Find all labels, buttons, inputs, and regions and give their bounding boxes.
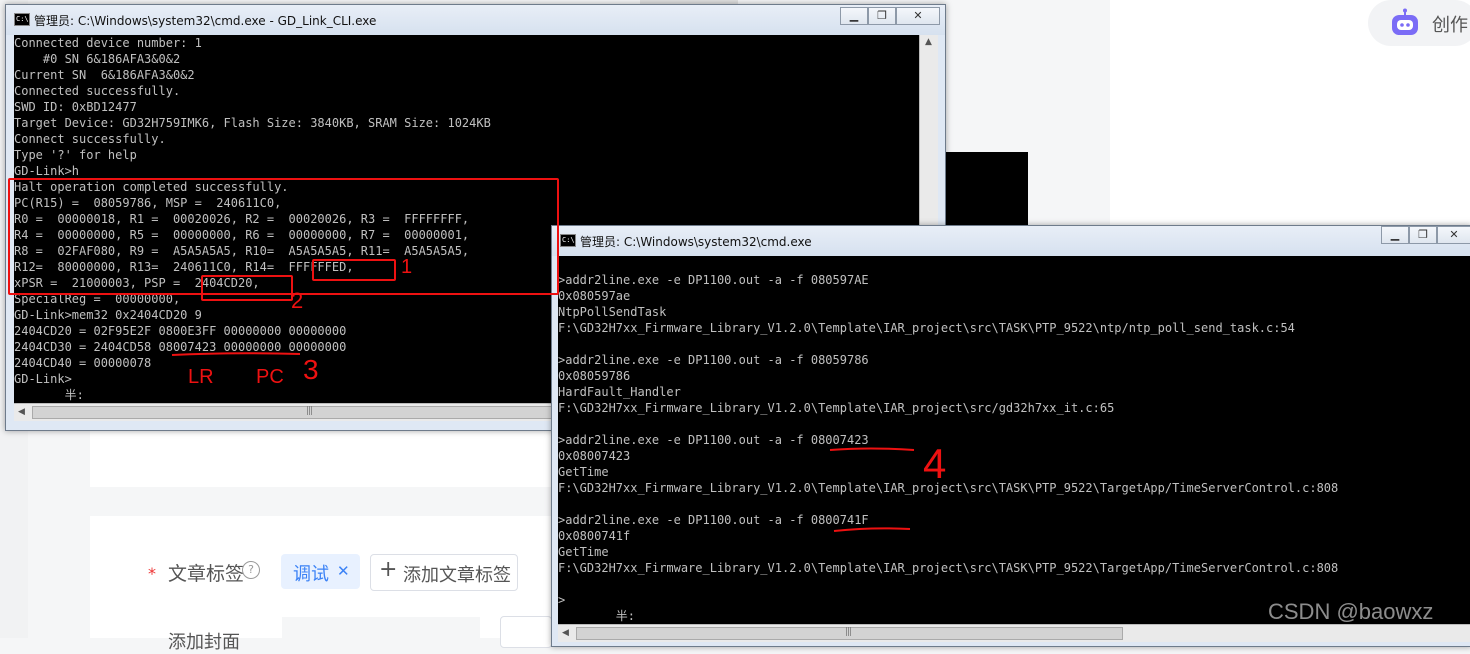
cmd-icon: C:\: [14, 13, 30, 26]
add-tag-button[interactable]: + 添加文章标签: [370, 554, 518, 591]
console-line: Type '?' for help: [14, 148, 137, 162]
minimize-button[interactable]: ▁: [840, 7, 868, 25]
cover-upload[interactable]: [282, 617, 480, 647]
console-line: GetTime: [558, 465, 609, 479]
console-line: F:\GD32H7xx_Firmware_Library_V1.2.0\Temp…: [558, 321, 1295, 335]
horizontal-scrollbar[interactable]: ◀ |||: [558, 624, 1470, 642]
console-line: Connect successfully.: [14, 132, 166, 146]
annotation-label-pc: PC: [256, 366, 284, 388]
window-title: 管理员: C:\Windows\system32\cmd.exe - GD_Li…: [34, 14, 377, 28]
scroll-up-icon[interactable]: ▲: [925, 37, 932, 47]
scroll-grip: |||: [306, 406, 313, 416]
create-label: 创作: [1432, 15, 1468, 36]
required-star: *: [148, 564, 156, 583]
close-button[interactable]: ✕: [1437, 226, 1470, 244]
annotation-number: 4: [923, 440, 947, 487]
console-line: SWD ID: 0xBD12477: [14, 100, 137, 114]
console-line: Connected successfully.: [14, 84, 181, 98]
scroll-left-icon[interactable]: ◀: [18, 407, 25, 417]
console-line: Connected device number: 1: [14, 36, 202, 50]
console-line: 0x080597ae: [558, 289, 631, 303]
console-line: >addr2line.exe -e DP1100.out -a -f 08059…: [558, 353, 869, 367]
annotation-box-r14: [312, 259, 396, 281]
console-line: HardFault_Handler: [558, 385, 681, 399]
maximize-button[interactable]: ❐: [1409, 226, 1437, 244]
refresh-button[interactable]: [500, 616, 552, 648]
console-line: Target Device: GD32H759IMK6, Flash Size:…: [14, 116, 491, 130]
title-bar[interactable]: C:\ 管理员: C:\Windows\system32\cmd.exe - G…: [6, 5, 945, 35]
tag-chip-label: 调试: [293, 564, 329, 585]
window-title: 管理员: C:\Windows\system32\cmd.exe: [580, 235, 812, 249]
console-line: >addr2line.exe -e DP1100.out -a -f 08059…: [558, 273, 869, 287]
minimize-button[interactable]: ▁: [1381, 226, 1409, 244]
console-line: >addr2line.exe -e DP1100.out -a -f 08007…: [558, 433, 869, 447]
cmd-icon: C:\: [560, 234, 576, 247]
annotation-label-lr: LR: [188, 366, 214, 388]
annotation-number: 2: [291, 288, 304, 313]
console-line: GD-Link>h: [14, 164, 80, 178]
console-line: >addr2line.exe -e DP1100.out -a -f 08007…: [558, 513, 869, 527]
console-line: 0x0800741f: [558, 529, 631, 543]
tag-field-label: 文章标签: [168, 563, 245, 585]
annotation-box-psp: [201, 275, 293, 301]
console-line: F:\GD32H7xx_Firmware_Library_V1.2.0\Temp…: [558, 481, 1339, 495]
console-line: F:\GD32H7xx_Firmware_Library_V1.2.0\Temp…: [558, 401, 1115, 415]
console-line: #0 SN 6&186AFA3&0&2: [14, 52, 181, 66]
add-tag-label: 添加文章标签: [403, 565, 511, 586]
tag-chip[interactable]: 调试 ✕: [281, 554, 360, 589]
annotation-number: 1: [401, 256, 413, 278]
plus-icon: +: [379, 557, 398, 582]
cover-field-label: 添加封面: [168, 632, 240, 653]
help-icon[interactable]: ?: [242, 561, 260, 579]
annotation-number: 3: [303, 354, 319, 385]
console-line: 0x08059786: [558, 369, 631, 383]
scroll-left-icon[interactable]: ◀: [562, 628, 569, 638]
console-output[interactable]: >addr2line.exe -e DP1100.out -a -f 08059…: [558, 256, 1470, 624]
cmd-window-addr2line[interactable]: C:\ 管理员: C:\Windows\system32\cmd.exe ▁ ❐…: [551, 225, 1470, 647]
title-bar[interactable]: C:\ 管理员: C:\Windows\system32\cmd.exe ▁ ❐…: [552, 226, 1470, 256]
console-line: 0x08007423: [558, 449, 631, 463]
close-button[interactable]: ✕: [896, 7, 940, 25]
robot-icon: [1392, 8, 1418, 35]
console-line: F:\GD32H7xx_Firmware_Library_V1.2.0\Temp…: [558, 561, 1339, 575]
console-line: NtpPollSendTask: [558, 305, 667, 319]
console-line: Current SN 6&186AFA3&0&2: [14, 68, 195, 82]
console-line: GetTime: [558, 545, 609, 559]
maximize-button[interactable]: ❐: [868, 7, 896, 25]
scroll-thumb[interactable]: [32, 406, 594, 419]
csdn-watermark: CSDN @baowxz: [1268, 599, 1434, 624]
close-icon[interactable]: ✕: [337, 562, 350, 580]
scroll-grip: |||: [845, 627, 852, 637]
